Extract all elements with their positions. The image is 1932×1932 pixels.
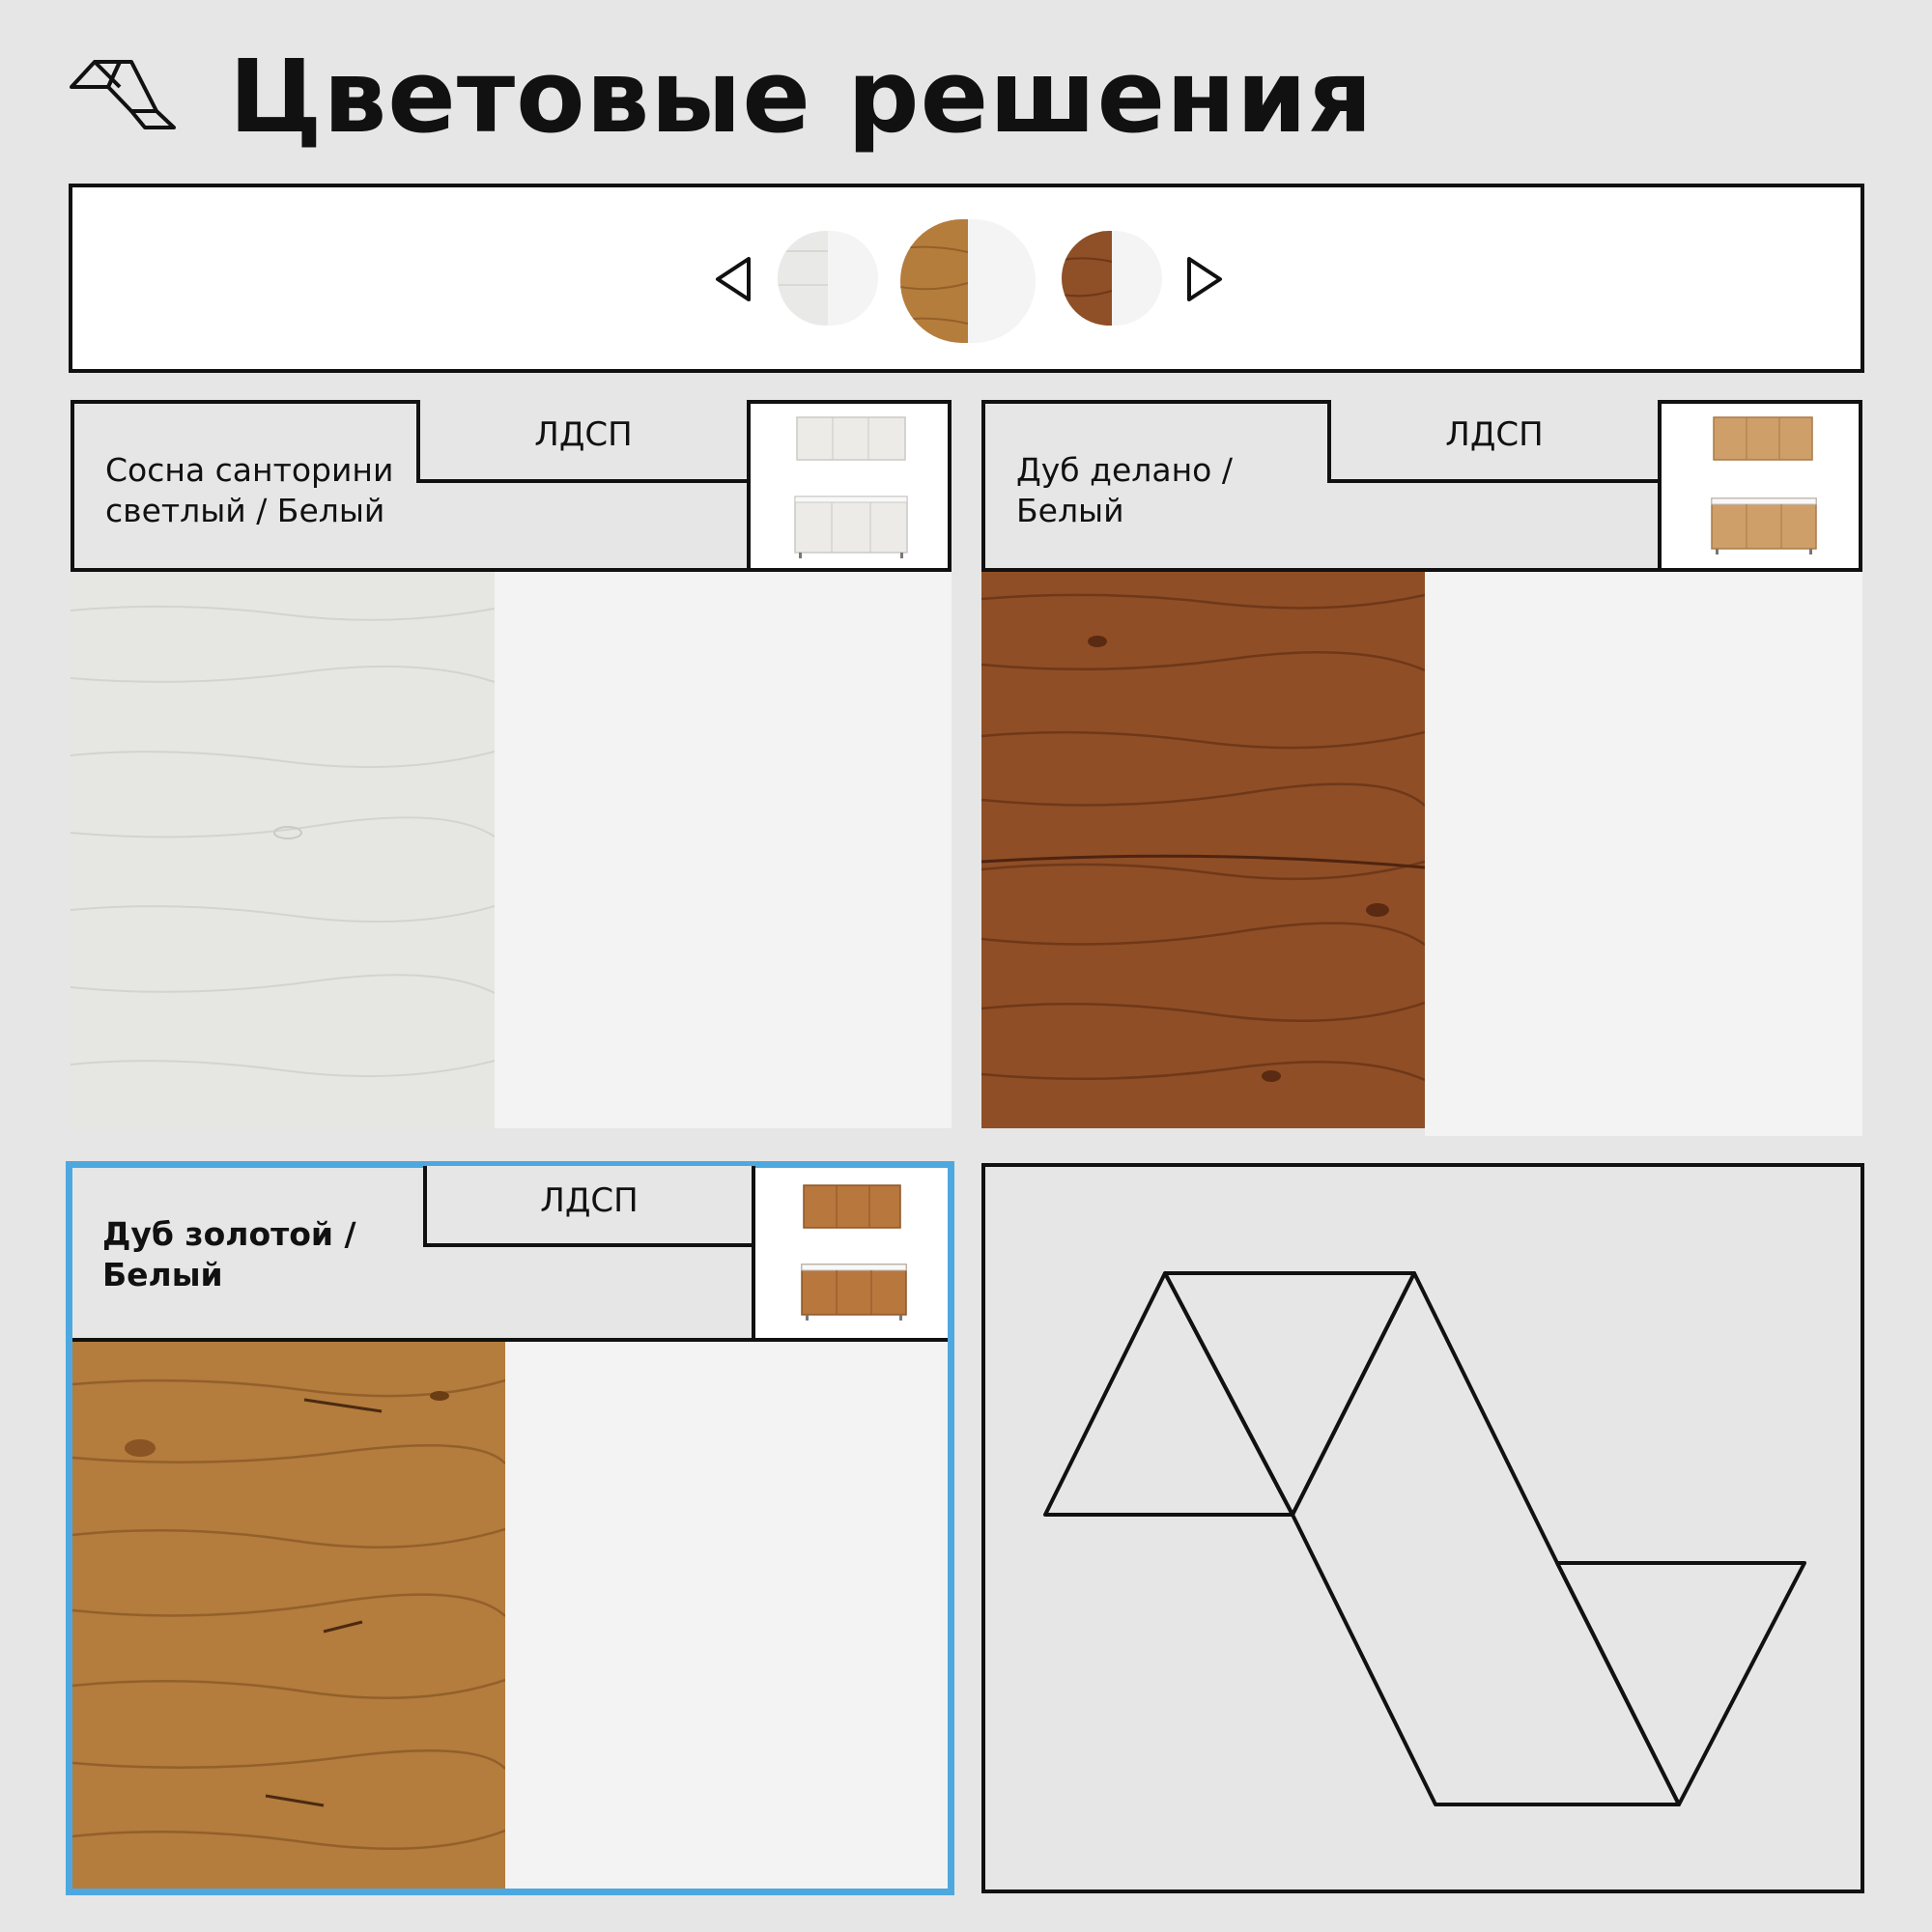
material-tag: ЛДСП [423,1166,755,1247]
card-header: Дуб делано / Белый ЛДСП [981,400,1862,572]
swatch-dub-delano[interactable] [1062,231,1162,326]
card-name: Дуб делано / Белый [1016,451,1233,529]
swatch-dub-delano-right [1112,231,1162,326]
swatch-sosna-left [778,231,828,326]
swatch-dub-zolotoy-left [900,219,968,343]
swatch-dub-zolotoy-right [968,219,1036,343]
brand-logo-icon [70,60,176,129]
texture-swatch [70,572,496,1128]
prev-arrow-icon[interactable] [714,255,753,303]
swatch-sosna-right [828,231,878,326]
color-selector [69,184,1864,373]
card-name: Дуб золотой / Белый [102,1215,356,1293]
material-tag: ЛДСП [1327,400,1662,483]
next-arrow-icon[interactable] [1185,255,1224,303]
color-card-dub-delano[interactable]: Дуб делано / Белый ЛДСП [980,400,1862,1136]
texture-swatch [980,572,1426,1128]
card-header: Сосна санторини светлый / Белый ЛДСП [71,400,952,572]
white-swatch [505,1342,948,1889]
white-swatch [495,572,952,1128]
product-thumbnails [752,1168,948,1338]
texture-swatch [71,1342,506,1889]
brand-panel [981,1163,1864,1893]
swatch-sosna[interactable] [778,231,878,326]
color-card-sosna[interactable]: Сосна санторини светлый / Белый ЛДСП [70,400,952,1128]
color-card-dub-zolotoy[interactable]: Дуб золотой / Белый ЛДСП [66,1161,954,1895]
kitchen-set-thumbnail [801,1184,907,1321]
card-header: Дуб золотой / Белый ЛДСП [72,1166,948,1342]
product-thumbnails [1658,404,1859,568]
white-swatch [1425,572,1862,1136]
material-tag: ЛДСП [416,400,751,483]
card-name: Сосна санторини светлый / Белый [105,451,394,529]
page-title: Цветовые решения [229,38,1374,156]
kitchen-set-thumbnail [794,416,908,558]
swatch-dub-delano-left [1062,231,1112,326]
brand-mark-icon [1043,1271,1806,1806]
kitchen-set-thumbnail [1711,416,1817,554]
swatch-dub-zolotoy[interactable] [900,219,1036,343]
product-thumbnails [747,404,948,568]
